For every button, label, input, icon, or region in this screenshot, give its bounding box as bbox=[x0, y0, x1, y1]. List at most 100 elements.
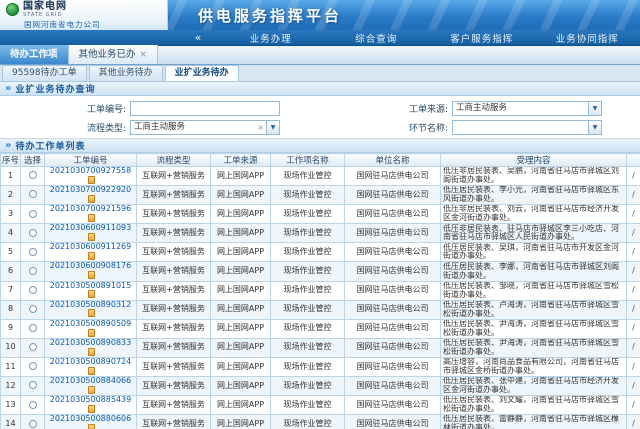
clear-icon[interactable]: × bbox=[257, 121, 264, 134]
order-no-link[interactable]: 2021030500880606 bbox=[50, 415, 131, 424]
radio-button[interactable] bbox=[29, 248, 37, 256]
order-no-link[interactable]: 2021030600911093 bbox=[50, 224, 131, 233]
order-no-link[interactable]: 2021030500890312 bbox=[50, 300, 131, 309]
table-row[interactable]: 9 2021030500890509 互联网+营销服务 网上国网APP 现场作业… bbox=[1, 319, 640, 338]
row-item-name: 现场作业管控 bbox=[271, 224, 345, 243]
collapse-chevron-icon[interactable]: » bbox=[5, 84, 11, 94]
row-unit-name: 国网驻马店供电公司 bbox=[345, 281, 441, 300]
table-row[interactable]: 7 2021030500891015 互联网+营销服务 网上国网APP 现场作业… bbox=[1, 281, 640, 300]
radio-button[interactable] bbox=[29, 229, 37, 237]
table-row[interactable]: 5 2021030600911269 互联网+营销服务 网上国网APP 现场作业… bbox=[1, 243, 640, 262]
row-action-link[interactable]: / bbox=[632, 381, 635, 390]
radio-button[interactable] bbox=[29, 171, 37, 179]
order-no-link[interactable]: 2021030500890833 bbox=[50, 338, 131, 347]
order-no-link[interactable]: 2021030500891015 bbox=[50, 281, 131, 290]
chevron-down-icon[interactable]: ▼ bbox=[588, 102, 601, 115]
row-action-link[interactable]: / bbox=[632, 171, 635, 180]
table-row[interactable]: 10 2021030500890833 互联网+营销服务 网上国网APP 现场作… bbox=[1, 338, 640, 357]
order-no-link[interactable]: 2021030600911269 bbox=[50, 243, 131, 252]
nav-item-customer-service[interactable]: 客户服务指挥 bbox=[429, 31, 535, 45]
radio-button[interactable] bbox=[29, 420, 37, 428]
row-action-link[interactable]: / bbox=[632, 209, 635, 218]
order-no-link[interactable]: 2021030700922920 bbox=[50, 186, 131, 195]
document-icon[interactable] bbox=[88, 233, 95, 241]
row-action-link[interactable]: / bbox=[632, 362, 635, 371]
radio-button[interactable] bbox=[29, 267, 37, 275]
radio-button[interactable] bbox=[29, 401, 37, 409]
order-no-link[interactable]: 2021030500884066 bbox=[50, 377, 131, 386]
collapse-chevron-icon[interactable]: » bbox=[5, 141, 11, 151]
row-action-link[interactable]: / bbox=[632, 419, 635, 428]
nav-item-collaboration[interactable]: 业务协同指挥 bbox=[535, 31, 640, 45]
table-row[interactable]: 4 2021030600911093 互联网+营销服务 网上国网APP 现场作业… bbox=[1, 224, 640, 243]
document-icon[interactable] bbox=[88, 309, 95, 317]
document-icon[interactable] bbox=[88, 405, 95, 413]
table-row[interactable]: 11 2021030500890724 互联网+营销服务 网上国网APP 现场作… bbox=[1, 357, 640, 376]
document-icon[interactable] bbox=[88, 271, 95, 279]
radio-button[interactable] bbox=[29, 210, 37, 218]
document-icon[interactable] bbox=[88, 367, 95, 375]
document-icon[interactable] bbox=[88, 329, 95, 337]
document-icon[interactable] bbox=[88, 348, 95, 356]
table-row[interactable]: 14 2021030500880606 互联网+营销服务 网上国网APP 现场作… bbox=[1, 415, 640, 429]
chevron-down-icon[interactable]: ▼ bbox=[588, 121, 601, 134]
link-name-label: 环节名称: bbox=[302, 121, 452, 134]
nav-item-business[interactable]: 业务办理 bbox=[218, 31, 324, 45]
document-icon[interactable] bbox=[88, 214, 95, 222]
order-no-link[interactable]: 2021030700921596 bbox=[50, 205, 131, 214]
table-row[interactable]: 13 2021030500885439 互联网+营销服务 网上国网APP 现场作… bbox=[1, 396, 640, 415]
radio-button[interactable] bbox=[29, 324, 37, 332]
table-row[interactable]: 12 2021030500884066 互联网+营销服务 网上国网APP 现场作… bbox=[1, 377, 640, 396]
table-row[interactable]: 6 2021030600908176 互联网+营销服务 网上国网APP 现场作业… bbox=[1, 262, 640, 281]
table-row[interactable]: 3 2021030700921596 互联网+营销服务 网上国网APP 现场作业… bbox=[1, 205, 640, 224]
nav-item-query[interactable]: 综合查询 bbox=[324, 31, 430, 45]
document-icon[interactable] bbox=[88, 424, 95, 429]
order-no-link[interactable]: 2021030600908176 bbox=[50, 262, 131, 271]
row-action-link[interactable]: / bbox=[632, 304, 635, 313]
row-source: 网上国网APP bbox=[211, 300, 271, 319]
tab-other-done[interactable]: 其他业务已办 × bbox=[69, 45, 159, 64]
row-action-link[interactable]: / bbox=[632, 247, 635, 256]
row-action-link[interactable]: / bbox=[632, 190, 635, 199]
row-action-link[interactable]: / bbox=[632, 228, 635, 237]
order-no-link[interactable]: 2021030700927558 bbox=[50, 167, 131, 176]
close-icon[interactable]: × bbox=[140, 46, 148, 64]
radio-button[interactable] bbox=[29, 190, 37, 198]
table-row[interactable]: 2 2021030700922920 互联网+营销服务 网上国网APP 现场作业… bbox=[1, 186, 640, 205]
row-order-no-cell: 2021030700927558 bbox=[45, 167, 137, 186]
document-icon[interactable] bbox=[88, 195, 95, 203]
radio-button[interactable] bbox=[29, 343, 37, 351]
table-row[interactable]: 1 2021030700927558 互联网+营销服务 网上国网APP 现场作业… bbox=[1, 167, 640, 186]
tab-todo-items[interactable]: 待办工作项 bbox=[0, 45, 69, 64]
row-action-link[interactable]: / bbox=[632, 400, 635, 409]
row-source: 网上国网APP bbox=[211, 396, 271, 415]
tab-95598-todo[interactable]: 95598待办工单 bbox=[2, 65, 87, 81]
radio-button[interactable] bbox=[29, 286, 37, 294]
document-icon[interactable] bbox=[88, 176, 95, 184]
row-action-link[interactable]: / bbox=[632, 323, 635, 332]
radio-button[interactable] bbox=[29, 381, 37, 389]
chevron-down-icon[interactable]: ▼ bbox=[266, 121, 279, 134]
radio-button[interactable] bbox=[29, 305, 37, 313]
order-no-input[interactable] bbox=[130, 101, 280, 116]
table-row[interactable]: 8 2021030500890312 互联网+营销服务 网上国网APP 现场作业… bbox=[1, 300, 640, 319]
order-no-link[interactable]: 2021030500885439 bbox=[50, 396, 131, 405]
tab-yekuo-todo[interactable]: 业扩业务待办 bbox=[165, 65, 239, 81]
document-icon[interactable] bbox=[88, 252, 95, 260]
row-source: 网上国网APP bbox=[211, 262, 271, 281]
order-source-select[interactable]: 工商主动服务 ▼ bbox=[452, 101, 602, 116]
document-icon[interactable] bbox=[88, 290, 95, 298]
process-type-select[interactable]: 工商主动服务 × ▼ bbox=[130, 120, 280, 135]
document-icon[interactable] bbox=[88, 386, 95, 394]
row-action-link[interactable]: / bbox=[632, 342, 635, 351]
radio-button[interactable] bbox=[29, 362, 37, 370]
link-name-select[interactable]: ▼ bbox=[452, 120, 602, 135]
tab-other-todo[interactable]: 其他业务待办 bbox=[89, 65, 163, 81]
order-no-link[interactable]: 2021030500890509 bbox=[50, 319, 131, 328]
order-no-link[interactable]: 2021030500890724 bbox=[50, 357, 131, 366]
nav-collapse-icon[interactable]: « bbox=[178, 32, 218, 43]
query-form: 工单编号: 工单来源: 工商主动服务 ▼ 流程类型: 工商主动服务 × ▼ 环节… bbox=[0, 96, 640, 139]
row-action-link[interactable]: / bbox=[632, 285, 635, 294]
row-select-cell bbox=[21, 186, 45, 205]
row-action-link[interactable]: / bbox=[632, 266, 635, 275]
